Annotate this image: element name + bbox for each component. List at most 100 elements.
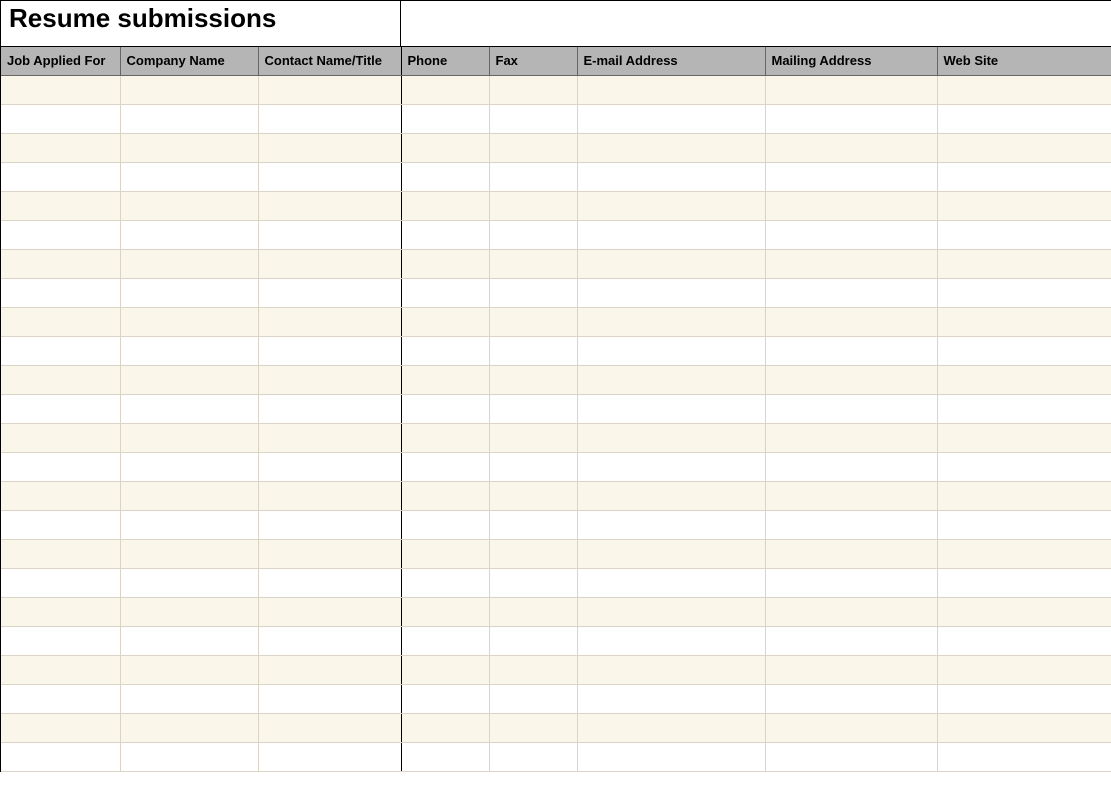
table-cell[interactable] <box>120 278 258 307</box>
table-cell[interactable] <box>120 75 258 104</box>
table-cell[interactable] <box>765 278 937 307</box>
table-cell[interactable] <box>489 568 577 597</box>
table-cell[interactable] <box>577 568 765 597</box>
table-cell[interactable] <box>1 365 120 394</box>
table-cell[interactable] <box>489 510 577 539</box>
table-cell[interactable] <box>1 162 120 191</box>
table-cell[interactable] <box>489 452 577 481</box>
table-cell[interactable] <box>1 394 120 423</box>
table-cell[interactable] <box>258 684 401 713</box>
table-cell[interactable] <box>937 249 1111 278</box>
table-cell[interactable] <box>401 75 489 104</box>
table-cell[interactable] <box>401 104 489 133</box>
table-cell[interactable] <box>489 539 577 568</box>
table-cell[interactable] <box>120 365 258 394</box>
table-cell[interactable] <box>1 220 120 249</box>
table-cell[interactable] <box>1 597 120 626</box>
table-cell[interactable] <box>765 423 937 452</box>
table-cell[interactable] <box>489 423 577 452</box>
table-cell[interactable] <box>120 133 258 162</box>
table-cell[interactable] <box>489 655 577 684</box>
table-cell[interactable] <box>937 626 1111 655</box>
table-cell[interactable] <box>577 510 765 539</box>
table-cell[interactable] <box>120 336 258 365</box>
table-cell[interactable] <box>258 75 401 104</box>
table-cell[interactable] <box>489 597 577 626</box>
table-cell[interactable] <box>489 220 577 249</box>
col-header-phone[interactable]: Phone <box>401 47 489 75</box>
table-cell[interactable] <box>258 713 401 742</box>
table-cell[interactable] <box>1 191 120 220</box>
table-cell[interactable] <box>258 104 401 133</box>
table-cell[interactable] <box>401 742 489 771</box>
table-cell[interactable] <box>258 336 401 365</box>
col-header-company-name[interactable]: Company Name <box>120 47 258 75</box>
table-cell[interactable] <box>577 452 765 481</box>
table-cell[interactable] <box>937 713 1111 742</box>
table-cell[interactable] <box>1 510 120 539</box>
table-cell[interactable] <box>401 191 489 220</box>
table-cell[interactable] <box>937 191 1111 220</box>
table-cell[interactable] <box>120 191 258 220</box>
table-cell[interactable] <box>1 742 120 771</box>
table-cell[interactable] <box>258 307 401 336</box>
table-cell[interactable] <box>937 75 1111 104</box>
table-cell[interactable] <box>258 510 401 539</box>
table-cell[interactable] <box>120 307 258 336</box>
table-cell[interactable] <box>577 713 765 742</box>
col-header-contact-name-title[interactable]: Contact Name/Title <box>258 47 401 75</box>
table-cell[interactable] <box>258 162 401 191</box>
table-cell[interactable] <box>1 336 120 365</box>
table-cell[interactable] <box>258 220 401 249</box>
table-cell[interactable] <box>577 684 765 713</box>
table-cell[interactable] <box>1 481 120 510</box>
table-cell[interactable] <box>120 220 258 249</box>
table-cell[interactable] <box>577 278 765 307</box>
table-cell[interactable] <box>258 539 401 568</box>
table-cell[interactable] <box>489 307 577 336</box>
col-header-mailing-address[interactable]: Mailing Address <box>765 47 937 75</box>
table-cell[interactable] <box>765 365 937 394</box>
table-cell[interactable] <box>937 394 1111 423</box>
table-cell[interactable] <box>937 481 1111 510</box>
table-cell[interactable] <box>258 481 401 510</box>
table-cell[interactable] <box>401 133 489 162</box>
table-cell[interactable] <box>401 684 489 713</box>
table-cell[interactable] <box>120 394 258 423</box>
table-cell[interactable] <box>937 365 1111 394</box>
table-cell[interactable] <box>1 278 120 307</box>
table-cell[interactable] <box>1 626 120 655</box>
table-cell[interactable] <box>489 75 577 104</box>
table-cell[interactable] <box>577 249 765 278</box>
table-cell[interactable] <box>401 626 489 655</box>
table-cell[interactable] <box>1 452 120 481</box>
table-cell[interactable] <box>120 655 258 684</box>
table-cell[interactable] <box>258 655 401 684</box>
table-cell[interactable] <box>765 568 937 597</box>
table-cell[interactable] <box>577 597 765 626</box>
table-cell[interactable] <box>765 191 937 220</box>
table-cell[interactable] <box>258 278 401 307</box>
table-cell[interactable] <box>120 597 258 626</box>
table-cell[interactable] <box>937 510 1111 539</box>
table-cell[interactable] <box>258 626 401 655</box>
table-cell[interactable] <box>1 104 120 133</box>
table-cell[interactable] <box>489 191 577 220</box>
table-cell[interactable] <box>401 278 489 307</box>
table-cell[interactable] <box>489 249 577 278</box>
table-cell[interactable] <box>120 626 258 655</box>
table-cell[interactable] <box>120 539 258 568</box>
table-cell[interactable] <box>765 307 937 336</box>
table-cell[interactable] <box>765 104 937 133</box>
table-cell[interactable] <box>577 481 765 510</box>
table-cell[interactable] <box>1 684 120 713</box>
table-cell[interactable] <box>765 713 937 742</box>
table-cell[interactable] <box>765 742 937 771</box>
table-cell[interactable] <box>937 162 1111 191</box>
table-cell[interactable] <box>120 423 258 452</box>
table-cell[interactable] <box>765 655 937 684</box>
table-cell[interactable] <box>765 220 937 249</box>
table-cell[interactable] <box>489 481 577 510</box>
table-cell[interactable] <box>765 162 937 191</box>
table-cell[interactable] <box>489 133 577 162</box>
